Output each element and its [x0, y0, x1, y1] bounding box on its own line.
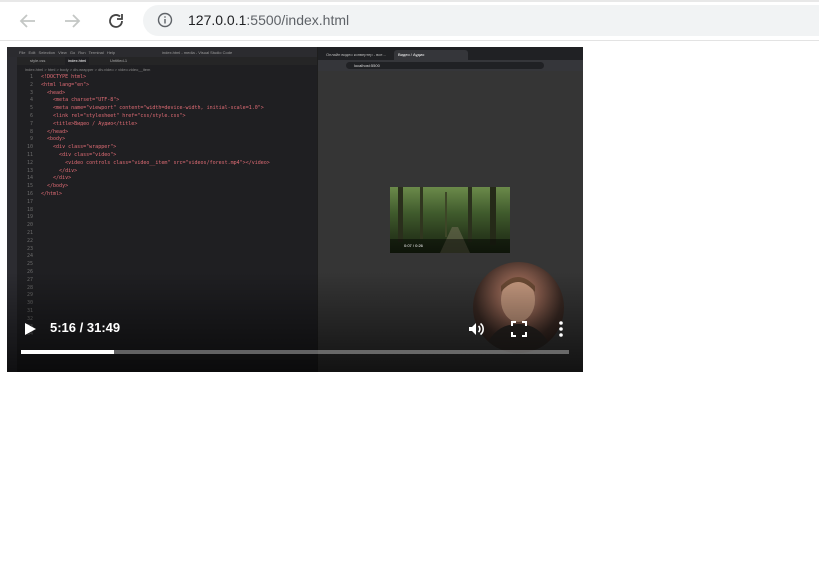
code-line: 24	[19, 253, 270, 261]
line-number: 10	[26, 144, 33, 151]
fullscreen-icon[interactable]	[510, 320, 528, 338]
code-text: </div>	[41, 167, 78, 174]
preview-tab-strip: Онлайн видео конвертер - все... Видео / …	[318, 47, 583, 60]
line-number: 12	[26, 159, 33, 166]
code-line: 14 </div>	[19, 175, 270, 183]
preview-video-controls: 0:07 / 0:26	[390, 239, 510, 253]
line-number: 20	[26, 222, 33, 229]
line-number: 17	[26, 198, 33, 205]
playback-time: 5:16 / 31:49	[50, 320, 121, 335]
volume-icon[interactable]	[467, 320, 485, 338]
code-text: <link rel="stylesheet" href="css/style.c…	[41, 112, 186, 119]
preview-url: localhost:5500	[346, 62, 544, 69]
code-text: <title>Видео / Аудио</title>	[41, 120, 138, 127]
reload-icon[interactable]	[104, 9, 128, 33]
preview-tab-active: Видео / Аудио	[394, 50, 468, 60]
code-line: 7 <title>Видео / Аудио</title>	[19, 121, 270, 129]
line-number: 7	[29, 120, 33, 127]
preview-tab: Онлайн видео конвертер - все...	[326, 52, 386, 57]
code-text: <head>	[41, 89, 66, 96]
code-line: 4 <meta charset="UTF-8">	[19, 97, 270, 105]
url-host: 127.0.0.1	[188, 12, 247, 28]
vscode-menu: File Edit Selection View Go Run Terminal…	[19, 50, 116, 55]
line-number: 2	[29, 81, 33, 88]
code-line: 8 </head>	[19, 129, 270, 137]
line-number: 22	[26, 237, 33, 244]
vscode-titlebar: File Edit Selection View Go Run Terminal…	[7, 47, 317, 57]
progress-bar[interactable]	[21, 350, 569, 354]
code-line: 2 <html lang="en">	[19, 82, 270, 90]
url-path: :5500/index.html	[246, 12, 350, 28]
line-number: 6	[29, 112, 33, 119]
url-text[interactable]: 127.0.0.1:5500/index.html	[188, 12, 349, 28]
code-text: <div class="wrapper">	[41, 144, 117, 151]
vscode-breadcrumb: index.html > html > body > div.wrapper >…	[25, 67, 151, 72]
code-line: 19	[19, 214, 270, 222]
line-number: 24	[26, 253, 33, 260]
code-line: 13 </div>	[19, 168, 270, 176]
line-number: 14	[26, 175, 33, 182]
browser-toolbar: 127.0.0.1:5500/index.html	[0, 0, 819, 41]
line-number: 8	[29, 128, 33, 135]
line-number: 5	[29, 105, 33, 112]
more-options-icon[interactable]	[553, 320, 569, 338]
play-icon[interactable]	[22, 321, 38, 337]
line-number: 4	[29, 97, 33, 104]
code-text: </head>	[41, 128, 69, 135]
code-line: 9 <body>	[19, 136, 270, 144]
vscode-tab-bar: style.css index.html Untitled-1	[17, 57, 317, 65]
code-text: <div class="video">	[41, 151, 117, 158]
preview-toolbar: localhost:5500	[318, 60, 583, 71]
line-number: 19	[26, 214, 33, 221]
code-line: 17	[19, 199, 270, 207]
code-line: 6 <link rel="stylesheet" href="css/style…	[19, 113, 270, 121]
code-line: 22	[19, 238, 270, 246]
preview-video-time: 0:07 / 0:26	[404, 243, 423, 248]
site-info-icon[interactable]	[157, 12, 173, 33]
code-text: <html lang="en">	[41, 81, 90, 88]
line-number: 18	[26, 206, 33, 213]
line-number: 9	[29, 136, 33, 143]
code-line: 21	[19, 230, 270, 238]
progress-fill	[21, 350, 115, 354]
code-line: 11 <div class="video">	[19, 152, 270, 160]
code-text: </div>	[41, 175, 72, 182]
line-number: 11	[26, 151, 33, 158]
code-line: 25	[19, 261, 270, 269]
code-text: <body>	[41, 136, 66, 143]
line-number: 23	[26, 245, 33, 252]
code-line: 1 <!DOCTYPE html>	[19, 74, 270, 82]
line-number: 3	[29, 89, 33, 96]
line-number: 15	[26, 183, 33, 190]
line-number: 16	[26, 190, 33, 197]
line-number: 21	[26, 229, 33, 236]
code-line: 18	[19, 207, 270, 215]
preview-forest-video: 0:07 / 0:26	[390, 187, 510, 253]
code-line: 5 <meta name="viewport" content="width=d…	[19, 105, 270, 113]
line-number: 25	[26, 261, 33, 268]
tab-strip-edge	[0, 0, 819, 2]
code-text: </html>	[41, 190, 63, 197]
line-number: 1	[29, 74, 33, 80]
code-text: <!DOCTYPE html>	[41, 74, 87, 80]
vscode-tab: Untitled-1	[110, 58, 128, 63]
forward-arrow-icon[interactable]	[60, 9, 84, 33]
code-line: 10 <div class="wrapper">	[19, 144, 270, 152]
video-player[interactable]: File Edit Selection View Go Run Terminal…	[7, 47, 583, 372]
back-arrow-icon[interactable]	[16, 9, 40, 33]
vscode-tab-active: index.html	[65, 57, 90, 65]
code-text: </body>	[41, 183, 69, 190]
line-number: 13	[26, 167, 33, 174]
code-line: 20	[19, 222, 270, 230]
code-line: 16 </html>	[19, 191, 270, 199]
code-text: <video controls class="video__item" src=…	[41, 159, 270, 166]
code-text: <meta charset="UTF-8">	[41, 97, 120, 104]
code-line: 15 </body>	[19, 183, 270, 191]
code-line: 23	[19, 246, 270, 254]
vscode-window-title: index.html - media - Visual Studio Code	[162, 50, 233, 55]
code-line: 3 <head>	[19, 90, 270, 98]
vscode-tab: style.css	[30, 58, 46, 63]
code-text: <meta name="viewport" content="width=dev…	[41, 105, 264, 112]
code-line: 12 <video controls class="video__item" s…	[19, 160, 270, 168]
